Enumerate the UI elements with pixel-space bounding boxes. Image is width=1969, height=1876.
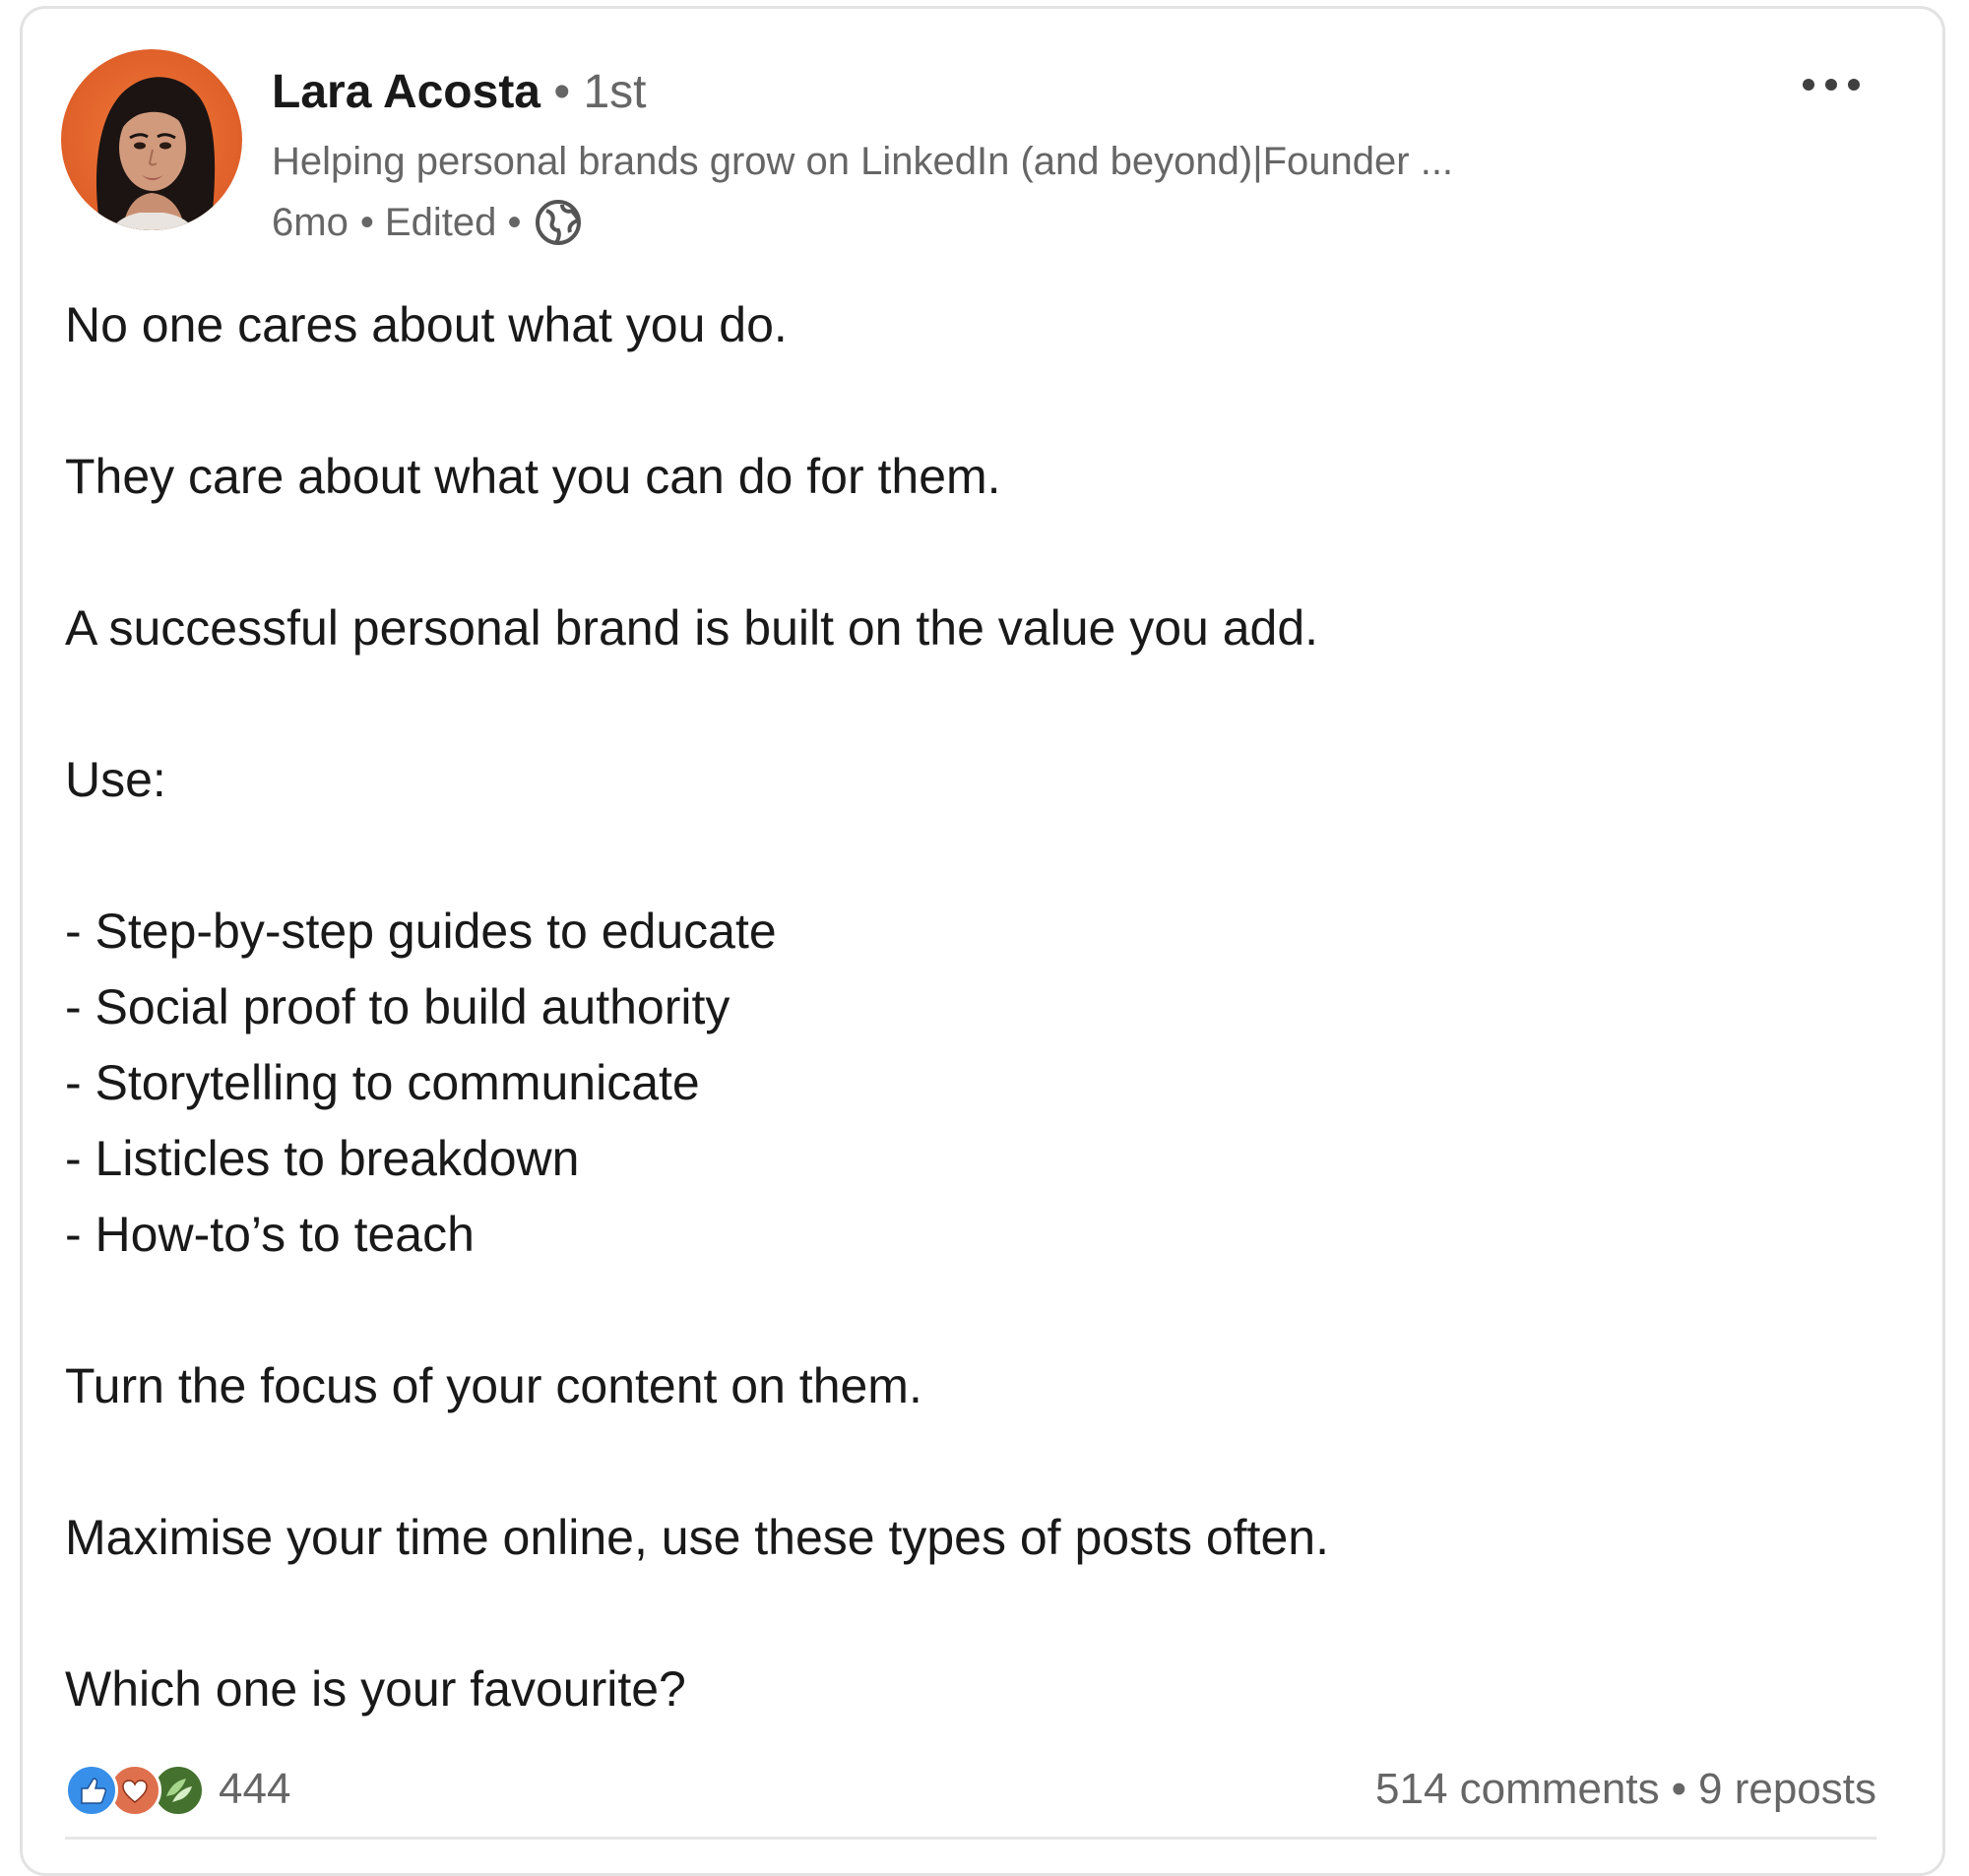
post-body: No one cares about what you do. They car… [65,287,1876,1727]
reposts-count[interactable]: 9 reposts [1698,1765,1876,1814]
stats-separator: • [1671,1765,1687,1813]
post-paragraph: Which one is your favourite? [65,1661,686,1717]
post-meta: 6mo • Edited • [272,197,584,248]
list-item: - Listicles to breakdown [65,1131,580,1186]
author-headline: Helping personal brands grow on LinkedIn… [272,140,1454,183]
connection-degree: • 1st [553,66,647,118]
comments-count[interactable]: 514 comments [1375,1765,1660,1814]
post-time[interactable]: 6mo [272,198,349,247]
author-avatar[interactable] [61,49,242,230]
list-item: - Storytelling to communicate [65,1055,700,1110]
reaction-count: 444 [219,1765,291,1813]
like-icon [65,1764,118,1817]
post-paragraph: No one cares about what you do. [65,297,788,352]
reactions-summary[interactable]: 444 [65,1758,290,1821]
post-edited: • Edited • [359,201,522,244]
globe-icon [533,197,584,248]
post-paragraph: Use: [65,752,166,807]
social-counts: 444 514 comments • 9 reposts [65,1758,1876,1821]
author-name-row[interactable]: Lara Acosta • 1st [272,65,647,120]
list-item: - Social proof to build authority [65,979,730,1034]
engagement-stats: 514 comments • 9 reposts [1375,1758,1876,1821]
post-paragraph: Maximise your time online, use these typ… [65,1510,1329,1565]
post-paragraph: A successful personal brand is built on … [65,600,1319,656]
divider [65,1837,1876,1840]
list-item: - How-to’s to teach [65,1207,475,1262]
post-paragraph: Turn the focus of your content on them. [65,1358,922,1413]
list-item: - Step-by-step guides to educate [65,904,777,959]
post-paragraph: They care about what you can do for them… [65,449,1001,504]
more-horizontal-icon [1803,79,1860,91]
more-options-button[interactable] [1787,65,1875,104]
author-name[interactable]: Lara Acosta [272,66,540,118]
reaction-icons [65,1760,215,1819]
